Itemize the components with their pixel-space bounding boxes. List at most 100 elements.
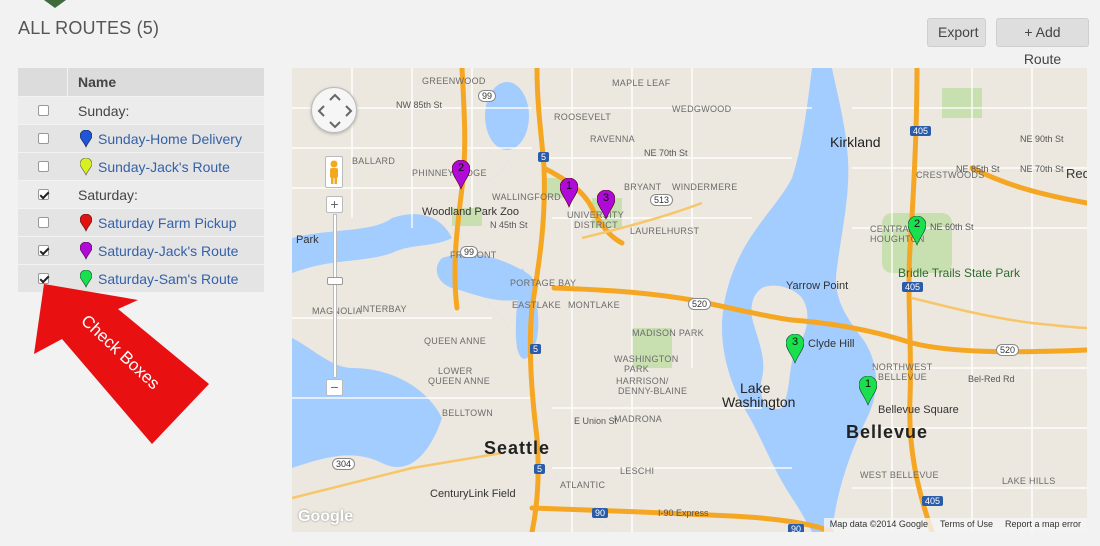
google-logo: Google bbox=[298, 508, 354, 525]
map-label: Red bbox=[1066, 166, 1087, 181]
route-link[interactable]: Sunday-Home Delivery bbox=[92, 131, 242, 147]
route-row: Saturday-Jack's Route bbox=[18, 236, 264, 264]
checkbox-sunday[interactable] bbox=[37, 105, 49, 116]
map-label: MONTLAKE bbox=[568, 300, 620, 310]
interstate-shield: 90 bbox=[788, 524, 805, 532]
interstate-shield: 405 bbox=[910, 126, 932, 136]
map-label: QUEEN ANNE bbox=[428, 376, 491, 386]
map-label: Clyde Hill bbox=[808, 338, 855, 350]
map-label-seattle: Seattle bbox=[484, 438, 551, 458]
checkbox-saturday-sams-route[interactable] bbox=[37, 273, 49, 284]
map-label: LAURELHURST bbox=[630, 226, 700, 236]
marker-number: 2 bbox=[457, 162, 465, 174]
checkbox-saturday[interactable] bbox=[37, 189, 49, 200]
checkbox-saturday-jacks-route[interactable] bbox=[37, 245, 49, 256]
map-label: NE 90th St bbox=[1020, 134, 1064, 144]
map-label: WASHINGTON bbox=[614, 354, 679, 364]
map-label: E Union St bbox=[574, 416, 618, 426]
map-label: GREENWOOD bbox=[422, 76, 486, 86]
map-label: Bridle Trails State Park bbox=[898, 266, 1021, 280]
add-route-button[interactable]: + Add Route bbox=[996, 18, 1089, 67]
map-marker[interactable]: 3 bbox=[596, 189, 616, 220]
map-label: INTERBAY bbox=[360, 304, 407, 314]
map-label-bellevue: Bellevue bbox=[846, 422, 929, 442]
map-marker[interactable]: 2 bbox=[451, 159, 471, 190]
interstate-shield: 5 bbox=[534, 464, 546, 474]
map-label: Bellevue Square bbox=[878, 404, 959, 416]
map-label: NE 60th St bbox=[930, 222, 974, 232]
map-label: WEDGWOOD bbox=[672, 104, 732, 114]
map-label: QUEEN ANNE bbox=[424, 336, 487, 346]
route-link[interactable]: Saturday Farm Pickup bbox=[92, 215, 237, 231]
map-marker[interactable]: 2 bbox=[907, 215, 927, 246]
map-label: WALLINGFORD bbox=[492, 192, 561, 202]
marker-number: 1 bbox=[864, 378, 872, 390]
route-row: Saturday Farm Pickup bbox=[18, 208, 264, 236]
zoom-slider-track[interactable] bbox=[333, 214, 337, 378]
map-pin-icon bbox=[80, 157, 92, 176]
map-label: BALLARD bbox=[352, 156, 396, 166]
map-label: Park bbox=[296, 234, 319, 246]
group-label: Sunday: bbox=[78, 102, 130, 119]
report-map-error-link[interactable]: Report a map error bbox=[1005, 519, 1081, 531]
terms-of-use-link[interactable]: Terms of Use bbox=[940, 519, 993, 531]
table-header: Name bbox=[18, 68, 264, 96]
check-boxes-callout-arrow: Check Boxes bbox=[34, 284, 209, 444]
checkbox-sunday-jacks-route[interactable] bbox=[37, 161, 49, 172]
map-label: NE 70th St bbox=[644, 148, 688, 158]
map-label: UNIVERSITY bbox=[567, 210, 625, 220]
map-label: RAVENNA bbox=[590, 134, 635, 144]
map-marker[interactable]: 1 bbox=[559, 177, 579, 208]
route-shield: 520 bbox=[996, 344, 1020, 356]
zoom-in-button[interactable]: + bbox=[326, 196, 343, 213]
route-shield: 520 bbox=[688, 298, 712, 310]
map-label: CenturyLink Field bbox=[430, 488, 516, 500]
route-shield: 513 bbox=[650, 194, 674, 206]
collapse-chevron-icon bbox=[44, 0, 66, 8]
interstate-shield: 5 bbox=[530, 344, 542, 354]
marker-number: 3 bbox=[602, 192, 610, 204]
pan-arrows-icon bbox=[317, 93, 353, 129]
route-shield: 99 bbox=[460, 246, 479, 258]
map-label: HARRISON/ bbox=[616, 376, 669, 386]
map-data-credit: Map data ©2014 Google bbox=[829, 519, 928, 529]
map-label: I-90 Express bbox=[658, 508, 709, 518]
checkbox-saturday-farm-pickup[interactable] bbox=[37, 217, 49, 228]
zoom-out-button[interactable]: − bbox=[326, 379, 343, 396]
map-label: BELLTOWN bbox=[442, 408, 494, 418]
map-marker[interactable]: 1 bbox=[858, 375, 878, 406]
map-label: LOWER bbox=[438, 366, 473, 376]
map-label: DENNY-BLAINE bbox=[618, 386, 688, 396]
interstate-shield: 405 bbox=[902, 282, 924, 292]
name-column-header[interactable]: Name bbox=[68, 68, 116, 96]
map-label: NW 85th St bbox=[396, 100, 443, 110]
route-shield: 99 bbox=[478, 90, 497, 102]
group-row-saturday: Saturday: bbox=[18, 180, 264, 208]
header-checkbox-cell bbox=[18, 68, 68, 96]
map-label: MADRONA bbox=[614, 414, 663, 424]
checkbox-sunday-home-delivery[interactable] bbox=[37, 133, 49, 144]
map-label: NE 70th St bbox=[1020, 164, 1064, 174]
map-label: Bel-Red Rd bbox=[968, 374, 1015, 384]
route-row: Sunday-Jack's Route bbox=[18, 152, 264, 180]
map-label: BELLEVUE bbox=[878, 372, 927, 382]
route-row: Sunday-Home Delivery bbox=[18, 124, 264, 152]
zoom-slider-handle[interactable] bbox=[327, 277, 343, 285]
street-view-pegman-icon[interactable] bbox=[325, 156, 343, 188]
routes-table: Name Sunday: Sunday-Home Delivery Sunday… bbox=[18, 68, 264, 292]
export-button[interactable]: Export bbox=[927, 18, 986, 47]
page-title: ALL ROUTES (5) bbox=[18, 18, 160, 38]
map-label: Yarrow Point bbox=[786, 280, 849, 292]
map-marker[interactable]: 3 bbox=[785, 333, 805, 364]
map-label: PARK bbox=[624, 364, 650, 374]
route-link[interactable]: Saturday-Jack's Route bbox=[92, 243, 238, 259]
map-label: MADISON PARK bbox=[632, 328, 704, 338]
map-label: PHINNEY RIDGE bbox=[412, 168, 487, 178]
interstate-shield: 405 bbox=[922, 496, 944, 506]
map-label: ATLANTIC bbox=[560, 480, 606, 490]
map-attribution: Map data ©2014 Google Terms of Use Repor… bbox=[823, 518, 1087, 532]
map-label: ROOSEVELT bbox=[554, 112, 612, 122]
route-map[interactable]: GREENWOOD MAPLE LEAF WEDGWOOD ROOSEVELT … bbox=[292, 68, 1087, 532]
pan-control[interactable] bbox=[311, 87, 357, 133]
route-link[interactable]: Sunday-Jack's Route bbox=[92, 159, 230, 175]
